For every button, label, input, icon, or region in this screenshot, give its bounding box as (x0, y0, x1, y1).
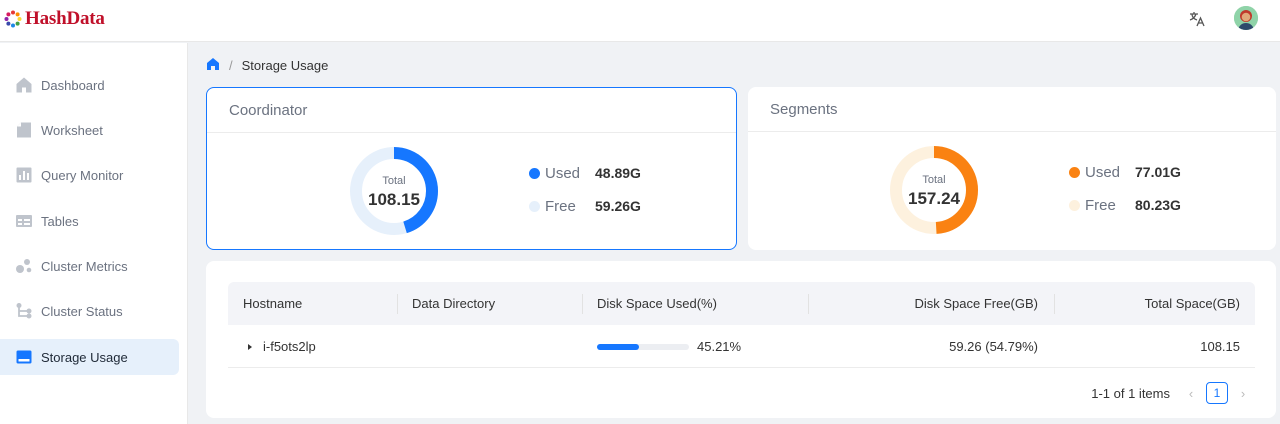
sidebar-item-worksheet[interactable]: Worksheet (0, 112, 179, 148)
sidebar-item-tables[interactable]: Tables (0, 203, 179, 239)
breadcrumb-current: Storage Usage (241, 58, 329, 73)
sidebar-item-storage-usage[interactable]: Storage Usage (0, 339, 179, 375)
column-header-total-space[interactable]: Total Space(GB) (1145, 282, 1240, 325)
disk-used-progress-bar (597, 343, 689, 350)
column-divider (808, 294, 809, 314)
user-avatar[interactable] (1234, 6, 1258, 30)
expand-row-icon[interactable] (246, 325, 254, 368)
table-icon (14, 212, 33, 231)
legend-used: Used 48.89G (529, 163, 641, 183)
legend-free-dot (1069, 199, 1080, 211)
sidebar: Dashboard Worksheet Query Monitor Tables… (0, 43, 188, 424)
sidebar-item-cluster-metrics[interactable]: Cluster Metrics (0, 248, 179, 284)
sidebar-item-cluster-status[interactable]: Cluster Status (0, 293, 179, 329)
breadcrumb: / Storage Usage (206, 57, 328, 74)
legend-free-value: 80.23G (1135, 197, 1181, 213)
bar-chart-icon (14, 166, 33, 185)
sidebar-item-label: Worksheet (41, 122, 103, 138)
legend-used: Used 77.01G (1069, 162, 1181, 182)
legend-used-value: 48.89G (595, 165, 641, 181)
app-name: HashData (25, 8, 105, 29)
translate-icon[interactable] (1187, 9, 1207, 29)
donut-total-label: Total (382, 174, 406, 187)
bubbles-icon (14, 257, 33, 276)
top-bar: HashData (0, 0, 1280, 42)
next-page-button[interactable]: › (1232, 382, 1254, 404)
sidebar-item-label: Tables (41, 213, 79, 229)
prev-page-button[interactable]: ‹ (1180, 382, 1202, 404)
legend-free: Free 80.23G (1069, 195, 1181, 215)
app-logo[interactable]: HashData (4, 8, 105, 30)
donut-total-value: 157.24 (908, 188, 960, 208)
sidebar-item-label: Cluster Status (41, 303, 123, 319)
segments-donut: Total 157.24 (888, 144, 980, 236)
legend-used-dot (529, 167, 540, 179)
legend-free-label: Free (545, 197, 576, 215)
document-icon (14, 121, 33, 140)
coordinator-card[interactable]: Coordinator Total 108.15 Used 48.89G Fre… (206, 87, 737, 250)
segments-card[interactable]: Segments Total 157.24 Used 77.01G Free 8… (748, 87, 1276, 250)
column-header-hostname[interactable]: Hostname (243, 282, 302, 325)
storage-table-card: Hostname Data Directory Disk Space Used(… (206, 261, 1276, 418)
sidebar-item-query-monitor[interactable]: Query Monitor (0, 157, 179, 193)
sidebar-item-label: Cluster Metrics (41, 258, 128, 274)
legend-free: Free 59.26G (529, 196, 641, 216)
storage-icon (14, 348, 33, 367)
card-title: Coordinator (207, 88, 736, 133)
legend-used-dot (1069, 166, 1080, 178)
legend-used-label: Used (1085, 163, 1121, 181)
home-icon (14, 76, 33, 95)
column-header-data-directory[interactable]: Data Directory (412, 282, 495, 325)
sidebar-item-label: Query Monitor (41, 167, 124, 183)
sidebar-item-dashboard[interactable]: Dashboard (0, 67, 179, 103)
legend-free-dot (529, 200, 540, 212)
pagination: 1-1 of 1 items ‹ 1 › (1091, 382, 1254, 404)
cell-disk-free: 59.26 (54.79%) (949, 339, 1038, 354)
table-header: Hostname Data Directory Disk Space Used(… (228, 282, 1255, 325)
legend-free-label: Free (1085, 196, 1116, 214)
pagination-summary: 1-1 of 1 items (1091, 385, 1170, 401)
column-divider (1054, 294, 1055, 314)
column-divider (582, 294, 583, 314)
donut-total-value: 108.15 (368, 189, 420, 209)
hashdata-logo-icon (4, 10, 22, 28)
cell-disk-used: 45.21% (597, 325, 741, 368)
disk-used-percent: 45.21% (697, 339, 742, 354)
sidebar-item-label: Storage Usage (41, 349, 128, 365)
cell-hostname: i-f5ots2lp (263, 339, 316, 354)
breadcrumb-separator: / (229, 58, 233, 73)
home-icon[interactable] (206, 57, 220, 74)
coordinator-donut: Total 108.15 (348, 145, 440, 237)
column-header-disk-free[interactable]: Disk Space Free(GB) (914, 282, 1038, 325)
legend-used-value: 77.01G (1135, 164, 1181, 180)
nodes-icon (14, 302, 33, 321)
segments-legend: Used 77.01G Free 80.23G (1069, 162, 1181, 228)
column-divider (397, 294, 398, 314)
coordinator-legend: Used 48.89G Free 59.26G (529, 163, 641, 229)
legend-free-value: 59.26G (595, 198, 641, 214)
table-row[interactable]: i-f5ots2lp 45.21% 59.26 (54.79%) 108.15 (228, 325, 1255, 368)
legend-used-label: Used (545, 164, 581, 182)
disk-used-progress-fill (597, 343, 639, 350)
page-1-button[interactable]: 1 (1206, 382, 1228, 404)
sidebar-item-label: Dashboard (41, 77, 105, 93)
column-header-disk-used[interactable]: Disk Space Used(%) (597, 282, 717, 325)
cell-total-space: 108.15 (1200, 339, 1240, 354)
card-title: Segments (748, 87, 1276, 132)
donut-total-label: Total (922, 173, 946, 186)
